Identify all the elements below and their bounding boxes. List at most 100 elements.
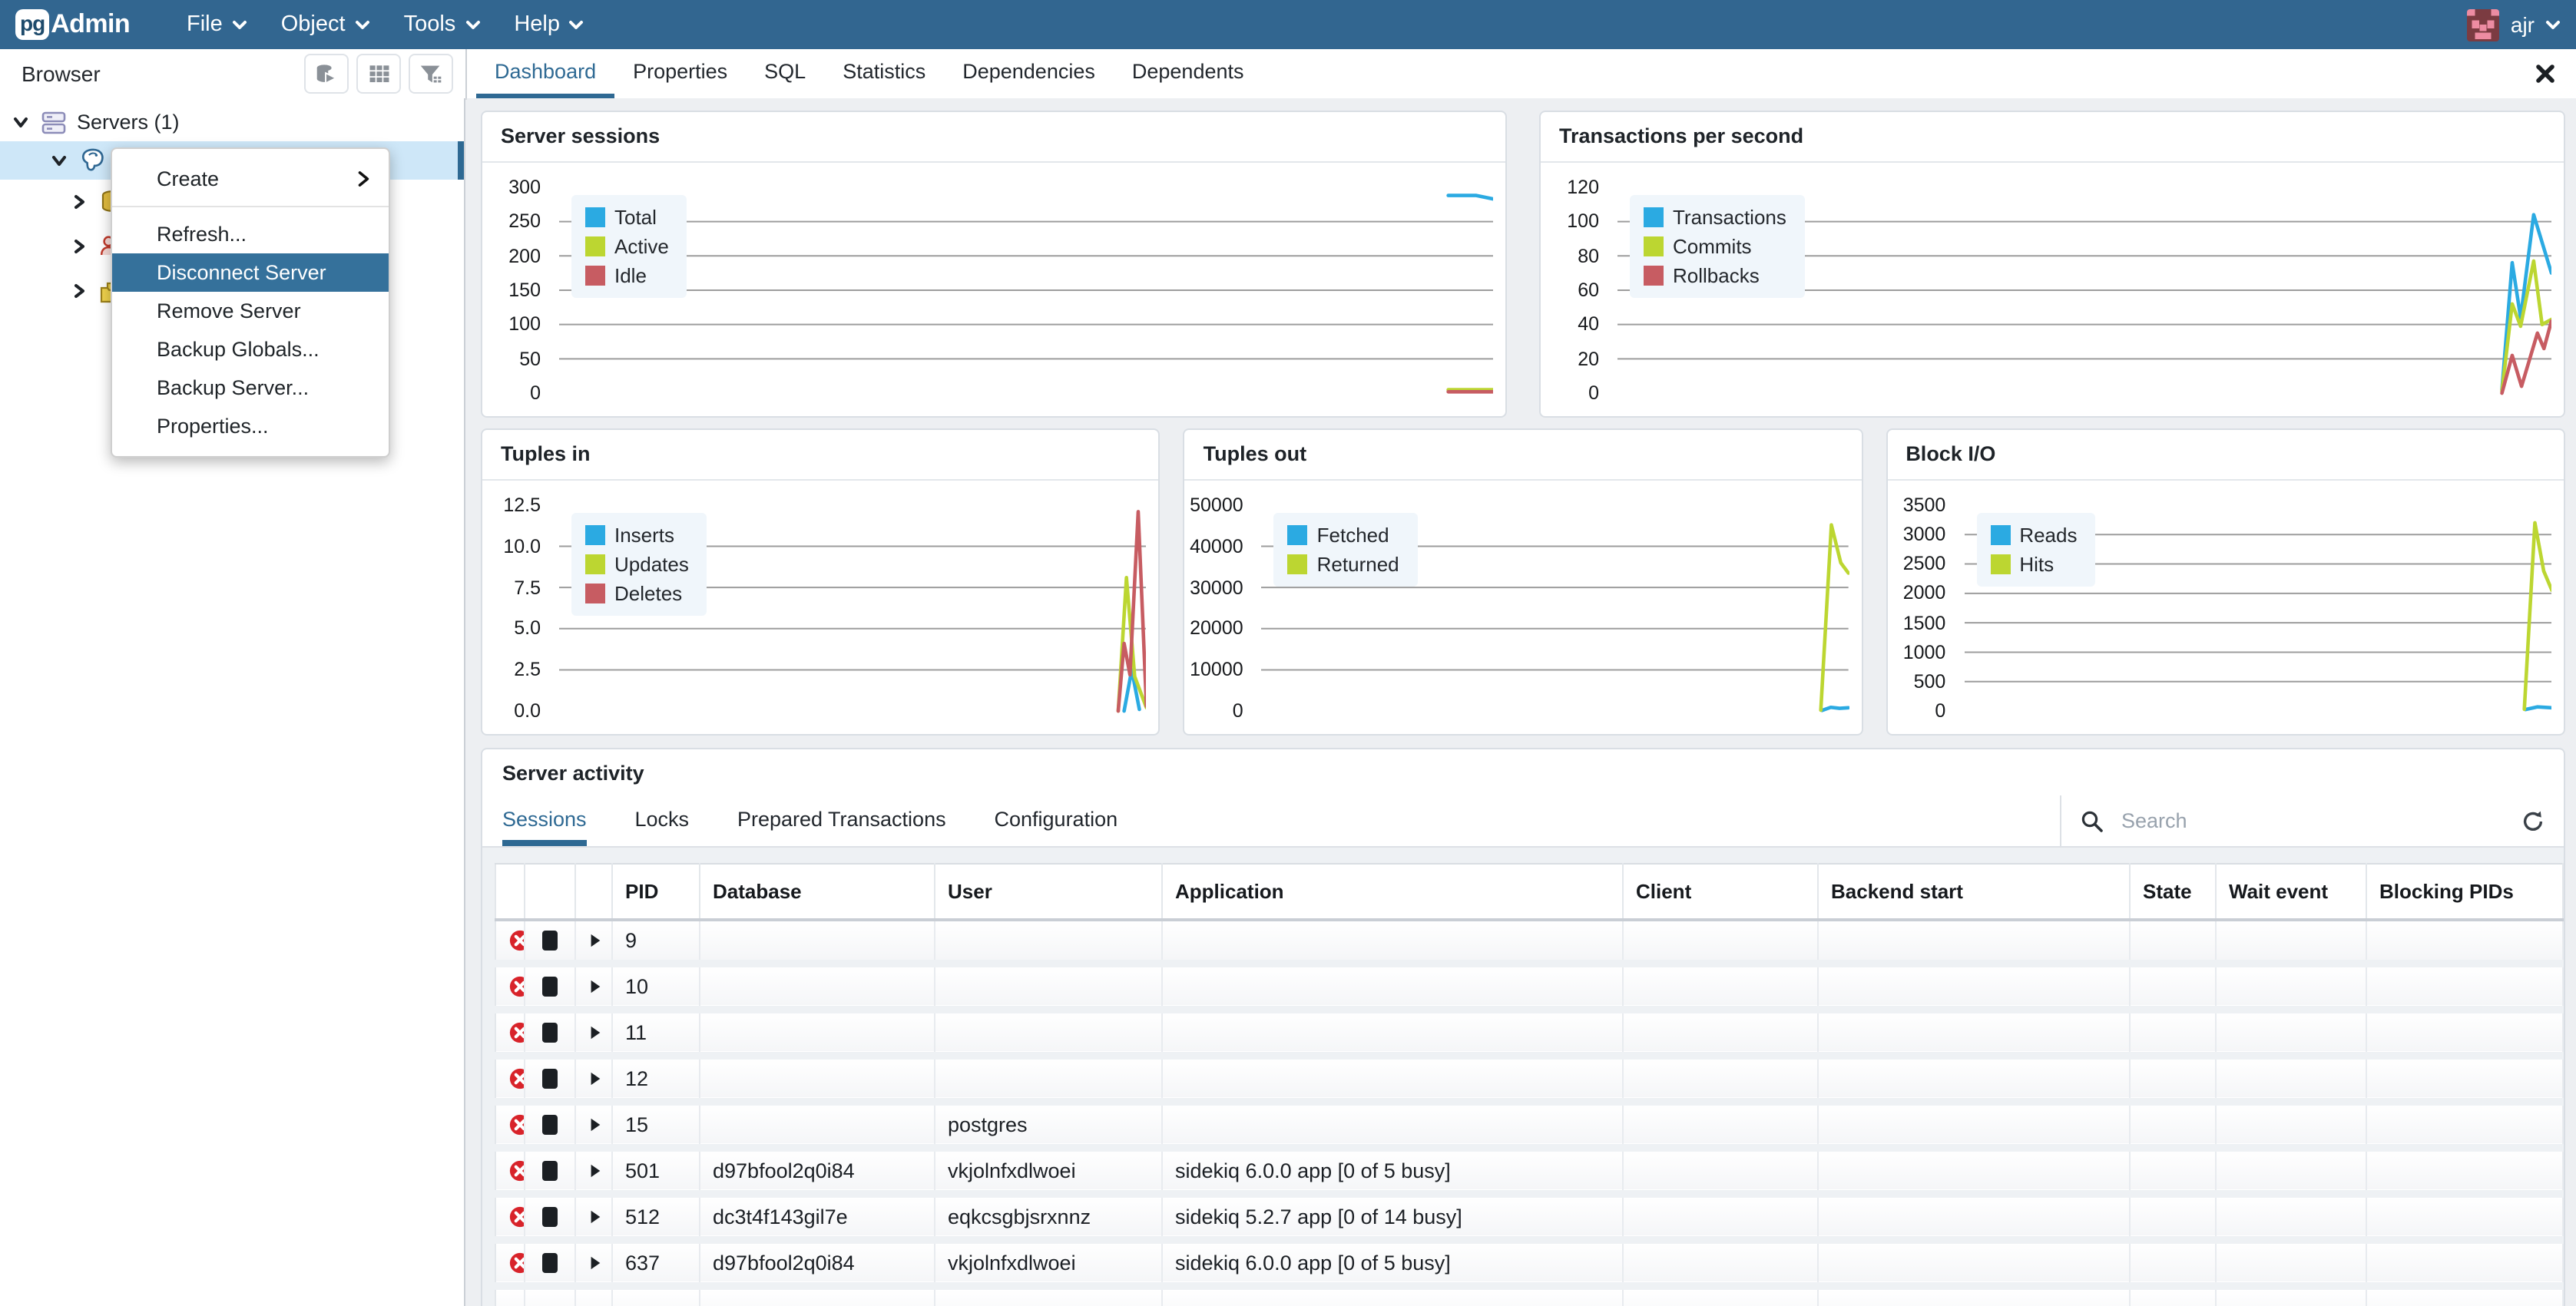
expand-row-button[interactable] xyxy=(588,1116,599,1132)
col-client: Client xyxy=(1623,864,1818,919)
menu-item-backup-server[interactable]: Backup Server... xyxy=(112,369,389,407)
tab-dependencies[interactable]: Dependencies xyxy=(944,49,1114,98)
chart-title: Server sessions xyxy=(482,112,1505,163)
server-group-icon xyxy=(40,108,68,136)
cancel-session-button[interactable] xyxy=(508,1020,512,1043)
chevron-down-icon[interactable] xyxy=(49,152,69,169)
cell-wait_event xyxy=(2216,1147,2366,1193)
legend-item: Rollbacks xyxy=(1644,264,1786,287)
cancel-cell xyxy=(495,1193,525,1239)
tab-properties[interactable]: Properties xyxy=(614,49,746,98)
tab-prepared-transactions[interactable]: Prepared Transactions xyxy=(737,795,946,846)
tools-menu[interactable]: Tools xyxy=(387,0,498,49)
chevron-right-icon[interactable] xyxy=(69,193,89,210)
cell-backend_start xyxy=(1818,1147,2130,1193)
cell-application xyxy=(1162,1009,1623,1055)
expand-row-button[interactable] xyxy=(588,1070,599,1086)
tab-statistics[interactable]: Statistics xyxy=(824,49,944,98)
cell-wait_event xyxy=(2216,1055,2366,1101)
chevron-right-icon[interactable] xyxy=(69,283,89,299)
sessions-table-wrap: PID Database User Application Client Bac… xyxy=(482,848,2564,1306)
cancel-session-button[interactable] xyxy=(508,928,512,951)
cell-database xyxy=(700,1101,935,1147)
y-axis: 50000400003000020000100000 xyxy=(1185,491,1253,720)
tab-locks[interactable]: Locks xyxy=(634,795,689,846)
expand-row-button[interactable] xyxy=(588,1162,599,1179)
cancel-cell xyxy=(495,919,525,963)
legend-item: Returned xyxy=(1288,553,1399,576)
y-tick-label: 30000 xyxy=(1190,577,1243,598)
search-input[interactable] xyxy=(2118,808,2507,834)
menu-item-properties[interactable]: Properties... xyxy=(112,407,389,445)
filtered-rows-button[interactable] xyxy=(409,54,453,94)
cancel-session-button[interactable] xyxy=(508,1205,512,1228)
cell-wait_event xyxy=(2216,963,2366,1009)
tab-configuration[interactable]: Configuration xyxy=(995,795,1118,846)
filter-icon xyxy=(418,61,444,87)
y-tick-label: 1500 xyxy=(1903,612,1946,633)
menu-item-remove-server[interactable]: Remove Server xyxy=(112,292,389,330)
pgadmin-logo: pgAdmin xyxy=(15,9,130,40)
close-icon[interactable] xyxy=(2535,63,2556,84)
menu-item-create[interactable]: Create xyxy=(112,160,389,198)
legend-item: Active xyxy=(585,235,669,258)
terminate-session-button[interactable] xyxy=(542,1070,558,1089)
tree-node-servers[interactable]: Servers (1) xyxy=(0,103,464,141)
terminate-session-button[interactable] xyxy=(542,1254,558,1274)
chevron-down-icon xyxy=(232,19,247,30)
chevron-down-icon[interactable] xyxy=(11,114,31,131)
col-wait-event: Wait event xyxy=(2216,864,2366,919)
cancel-session-button[interactable] xyxy=(508,1159,512,1182)
expand-row-button[interactable] xyxy=(588,1208,599,1225)
cancel-session-button[interactable] xyxy=(508,1066,512,1089)
legend-label: Commits xyxy=(1673,235,1752,258)
tab-sql[interactable]: SQL xyxy=(746,49,824,98)
terminate-session-button[interactable] xyxy=(542,1208,558,1228)
terminate-session-button[interactable] xyxy=(542,1116,558,1136)
help-menu[interactable]: Help xyxy=(497,0,601,49)
cell-database xyxy=(700,1009,935,1055)
query-tool-button[interactable] xyxy=(304,54,349,94)
file-menu[interactable]: File xyxy=(170,0,264,49)
legend-swatch xyxy=(585,266,605,286)
refresh-icon[interactable] xyxy=(2521,808,2545,833)
series-line-reads xyxy=(2525,707,2551,709)
terminate-session-button[interactable] xyxy=(542,1162,558,1182)
expand-cell xyxy=(575,963,612,1009)
expand-row-button[interactable] xyxy=(588,977,599,994)
postgres-elephant-icon xyxy=(78,146,108,175)
view-data-button[interactable] xyxy=(356,54,401,94)
terminate-cell xyxy=(525,1285,575,1306)
cell-pid xyxy=(612,1285,700,1306)
y-tick-label: 120 xyxy=(1567,177,1599,198)
col-application: Application xyxy=(1162,864,1623,919)
cell-state xyxy=(2130,1055,2216,1101)
expand-row-button[interactable] xyxy=(588,1023,599,1040)
expand-row-button[interactable] xyxy=(588,931,599,948)
panel-tuples-out: Tuples out 50000400003000020000100000Fet… xyxy=(1184,428,1863,736)
legend-item: Transactions xyxy=(1644,206,1786,229)
tab-dependents[interactable]: Dependents xyxy=(1114,49,1263,98)
cancel-icon xyxy=(508,1020,525,1043)
chevron-right-icon[interactable] xyxy=(69,238,89,255)
cancel-session-button[interactable] xyxy=(508,974,512,997)
y-tick-label: 40 xyxy=(1578,314,1599,336)
user-menu[interactable]: ajr xyxy=(2468,8,2576,41)
menu-item-refresh[interactable]: Refresh... xyxy=(112,215,389,253)
y-tick-label: 5.0 xyxy=(514,618,541,640)
main-menu-bar: File Object Tools Help xyxy=(170,0,601,49)
cancel-session-button[interactable] xyxy=(508,1251,512,1274)
tab-dashboard[interactable]: Dashboard xyxy=(476,49,614,98)
terminate-session-button[interactable] xyxy=(542,931,558,951)
legend-item: Reads xyxy=(1990,524,2077,547)
chevron-down-icon xyxy=(355,19,370,30)
terminate-session-button[interactable] xyxy=(542,977,558,997)
terminate-session-button[interactable] xyxy=(542,1023,558,1043)
menu-item-backup-globals[interactable]: Backup Globals... xyxy=(112,330,389,369)
menu-item-disconnect-server[interactable]: Disconnect Server xyxy=(112,253,389,292)
expand-row-button[interactable] xyxy=(588,1254,599,1271)
tab-sessions[interactable]: Sessions xyxy=(502,795,587,846)
chart-legend: TotalActiveIdle xyxy=(571,195,687,298)
cancel-session-button[interactable] xyxy=(508,1113,512,1136)
object-menu[interactable]: Object xyxy=(264,0,387,49)
